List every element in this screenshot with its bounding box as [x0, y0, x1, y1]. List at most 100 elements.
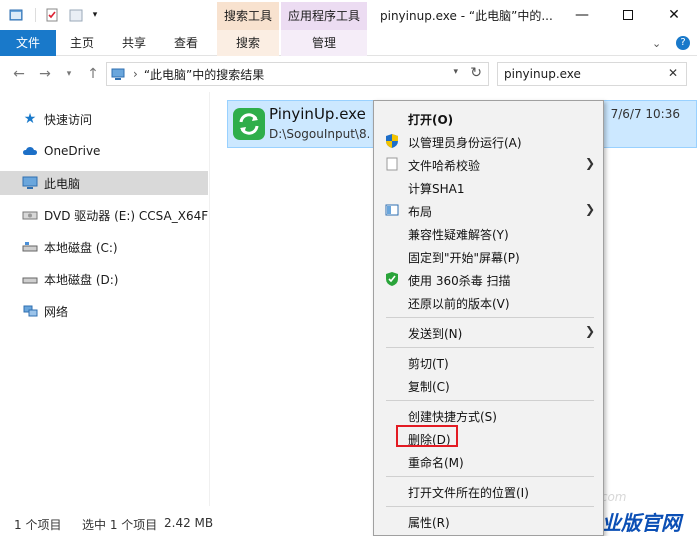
menu-item-restore-versions[interactable]: 还原以前的版本(V): [374, 291, 603, 313]
menu-separator: [386, 347, 594, 348]
nav-label: 本地磁盘 (C:): [44, 240, 118, 255]
chevron-down-icon: ▾: [453, 67, 458, 77]
nav-item-network[interactable]: 网络: [0, 299, 208, 323]
search-input[interactable]: pinyinup.exe ✕: [497, 62, 687, 86]
context-group-search-tools: 搜索工具: [217, 2, 279, 30]
nav-item-dvd-drive[interactable]: DVD 驱动器 (E:) CCSA_X64FR: [0, 203, 208, 227]
forward-button[interactable]: →: [36, 65, 54, 83]
menu-separator: [386, 400, 594, 401]
disk-drive-icon: [22, 239, 38, 255]
window-title: pinyinup.exe - “此电脑”中的...: [380, 9, 553, 23]
tab-file[interactable]: 文件: [0, 30, 56, 56]
menu-item-open[interactable]: 打开(O): [374, 107, 603, 129]
close-button[interactable]: ✕: [651, 0, 697, 30]
menu-item-label: 重命名(M): [408, 456, 464, 470]
minimize-icon: —: [575, 7, 589, 23]
help-icon: ?: [676, 36, 690, 50]
menu-item-360-scan[interactable]: 使用 360杀毒 扫描: [374, 268, 603, 290]
menu-item-run-as-admin[interactable]: 以管理员身份运行(A): [374, 130, 603, 152]
menu-item-label: 固定到"开始"屏幕(P): [408, 251, 520, 265]
clear-search-button[interactable]: ✕: [668, 66, 678, 80]
menu-item-label: 兼容性疑难解答(Y): [408, 228, 509, 242]
arrow-right-icon: →: [39, 66, 51, 82]
help-button[interactable]: ?: [676, 34, 690, 52]
menu-separator: [386, 317, 594, 318]
up-button[interactable]: ↑: [84, 65, 102, 83]
address-bar[interactable]: › “此电脑”中的搜索结果 ▾ ↻: [106, 62, 489, 86]
menu-item-label: 剪切(T): [408, 357, 449, 371]
tab-search[interactable]: 搜索: [217, 30, 279, 56]
this-pc-icon: [111, 67, 125, 81]
menu-item-label: 打开文件所在的位置(I): [408, 486, 529, 500]
context-group-app-tools: 应用程序工具: [281, 2, 367, 30]
status-size: 2.42 MB: [164, 516, 214, 530]
refresh-button[interactable]: ↻: [470, 65, 482, 81]
nav-label: OneDrive: [44, 144, 101, 158]
submenu-arrow-icon: ❯: [584, 156, 595, 170]
network-icon: [22, 303, 38, 319]
refresh-icon: ↻: [470, 65, 482, 81]
result-file-name: PinyinUp.exe: [269, 105, 366, 123]
sogou-update-icon: [232, 107, 266, 144]
menu-item-label: 使用 360杀毒 扫描: [408, 274, 511, 288]
address-history-button[interactable]: ▾: [453, 67, 458, 77]
submenu-arrow-icon: ❯: [584, 324, 595, 338]
dvd-drive-icon: [22, 207, 38, 223]
menu-item-compat-troubleshoot[interactable]: 兼容性疑难解答(Y): [374, 222, 603, 244]
maximize-icon: [623, 10, 633, 20]
nav-item-local-disk-d[interactable]: 本地磁盘 (D:): [0, 267, 208, 291]
minimize-button[interactable]: —: [559, 0, 605, 30]
menu-item-copy[interactable]: 复制(C): [374, 374, 603, 396]
nav-item-this-pc[interactable]: 此电脑: [0, 171, 208, 195]
new-folder-icon[interactable]: [68, 7, 84, 23]
menu-item-pin-to-start[interactable]: 固定到"开始"屏幕(P): [374, 245, 603, 267]
tab-share[interactable]: 共享: [112, 30, 156, 56]
document-icon: [384, 156, 400, 172]
properties-icon[interactable]: [44, 7, 60, 23]
nav-label: 本地磁盘 (D:): [44, 272, 119, 287]
menu-item-label: 计算SHA1: [408, 182, 465, 196]
menu-item-file-hash[interactable]: 文件哈希校验 ❯: [374, 153, 603, 175]
context-menu: 打开(O) 以管理员身份运行(A) 文件哈希校验 ❯ 计算SHA1 布局 ❯ 兼…: [373, 100, 604, 536]
menu-separator: [386, 476, 594, 477]
back-button[interactable]: ←: [10, 65, 28, 83]
menu-item-send-to[interactable]: 发送到(N) ❯: [374, 321, 603, 343]
menu-item-label: 发送到(N): [408, 327, 463, 341]
chevron-down-icon: ▾: [66, 69, 72, 79]
nav-label: 快速访问: [44, 112, 93, 127]
menu-item-sha1[interactable]: 计算SHA1: [374, 176, 603, 198]
tab-manage[interactable]: 管理: [281, 30, 367, 56]
close-icon: ✕: [667, 66, 678, 80]
customize-toolbar-icon[interactable]: ▾: [90, 7, 100, 23]
nav-label: 此电脑: [44, 176, 81, 191]
maximize-button[interactable]: [605, 0, 651, 30]
tab-home[interactable]: 主页: [60, 30, 104, 56]
cloud-icon: [22, 143, 38, 159]
result-file-path: D:\SogouInput\8.5: [269, 127, 369, 141]
ribbon-tabs: 文件 主页 共享 查看 搜索 管理 ⌄ ?: [0, 30, 697, 56]
menu-item-properties[interactable]: 属性(R): [374, 510, 603, 532]
menu-item-rename[interactable]: 重命名(M): [374, 450, 603, 472]
submenu-arrow-icon: ❯: [584, 202, 595, 216]
recent-locations-button[interactable]: ▾: [60, 65, 78, 83]
menu-item-label: 布局: [408, 205, 433, 219]
nav-item-quick-access[interactable]: ★ 快速访问: [0, 107, 208, 131]
breadcrumb-separator-icon: ›: [133, 67, 138, 81]
menu-item-create-shortcut[interactable]: 创建快捷方式(S): [374, 404, 603, 426]
explorer-icon[interactable]: [8, 7, 24, 23]
arrow-up-icon: ↑: [87, 66, 99, 82]
delete-highlight-box: [396, 425, 458, 447]
result-date: 7/6/7 10:36: [610, 107, 680, 121]
menu-item-layout[interactable]: 布局 ❯: [374, 199, 603, 221]
menu-item-label: 以管理员身份运行(A): [408, 136, 522, 150]
tab-view[interactable]: 查看: [164, 30, 208, 56]
menu-item-open-file-location[interactable]: 打开文件所在的位置(I): [374, 480, 603, 502]
expand-ribbon-button[interactable]: ⌄: [652, 34, 661, 52]
nav-item-local-disk-c[interactable]: 本地磁盘 (C:): [0, 235, 208, 259]
nav-label: 网络: [44, 304, 69, 319]
nav-item-onedrive[interactable]: OneDrive: [0, 139, 208, 163]
menu-item-label: 打开(O): [408, 113, 454, 127]
disk-drive-icon: [22, 271, 38, 287]
search-value: pinyinup.exe: [504, 67, 581, 81]
menu-item-cut[interactable]: 剪切(T): [374, 351, 603, 373]
